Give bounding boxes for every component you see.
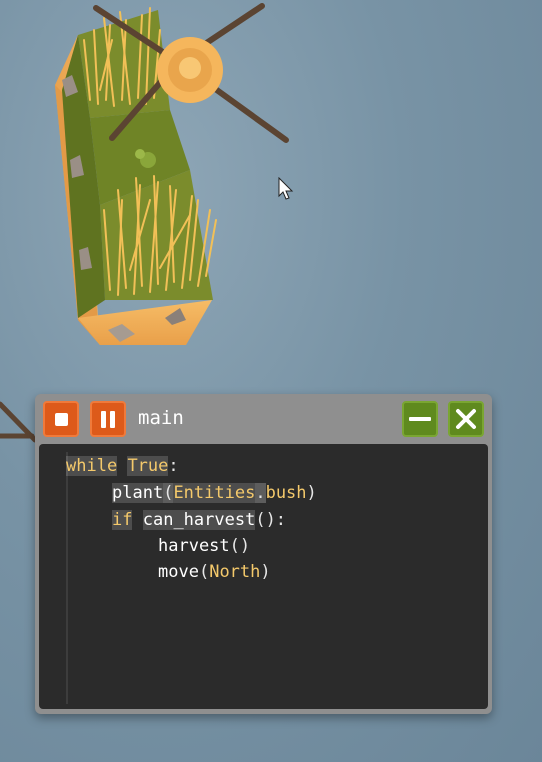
close-button[interactable] [448,401,484,437]
window-title: main [138,407,184,429]
north-name: North [209,562,261,582]
colon: : [168,456,179,476]
func-move: move [158,562,199,582]
window-title-bar[interactable]: main [35,394,492,442]
code-line-3: if can_harvest(): [112,507,286,533]
minimize-icon [409,417,431,421]
close-icon [456,409,476,429]
mouse-cursor-icon [278,177,294,200]
code-line-2: plant(Entities.bush) [112,480,317,506]
code-window: main while True: plant(Entities.bush) if… [35,394,492,714]
minimize-button[interactable] [402,401,438,437]
stop-icon [54,412,68,426]
value-true: True [127,456,169,476]
func-can-harvest: can_harvest [142,510,256,530]
windmill-blade [0,401,38,443]
code-line-4: harvest() [158,533,250,559]
pause-button[interactable] [90,401,126,437]
keyword-if: if [112,510,133,530]
paren-open: ( [163,483,174,503]
code-area[interactable]: while True: plant(Entities.bush) if can_… [39,444,488,709]
paren-close: ) [306,483,317,503]
paren-open: ( [198,562,210,582]
call-parens: () [229,536,251,556]
code-editor[interactable]: while True: plant(Entities.bush) if can_… [39,444,488,709]
entities-name: Entities [173,483,256,503]
func-plant: plant [112,483,164,503]
pause-icon [101,410,115,428]
stop-button[interactable] [43,401,79,437]
code-line-5: move(North) [158,559,271,585]
code-line-1: while True: [66,453,179,479]
paren-close: ) [260,562,271,582]
keyword-while: while [66,456,118,476]
call-tail: (): [255,510,287,530]
dot: . [255,483,266,503]
func-harvest: harvest [158,536,230,556]
bush-attr: bush [265,483,307,503]
